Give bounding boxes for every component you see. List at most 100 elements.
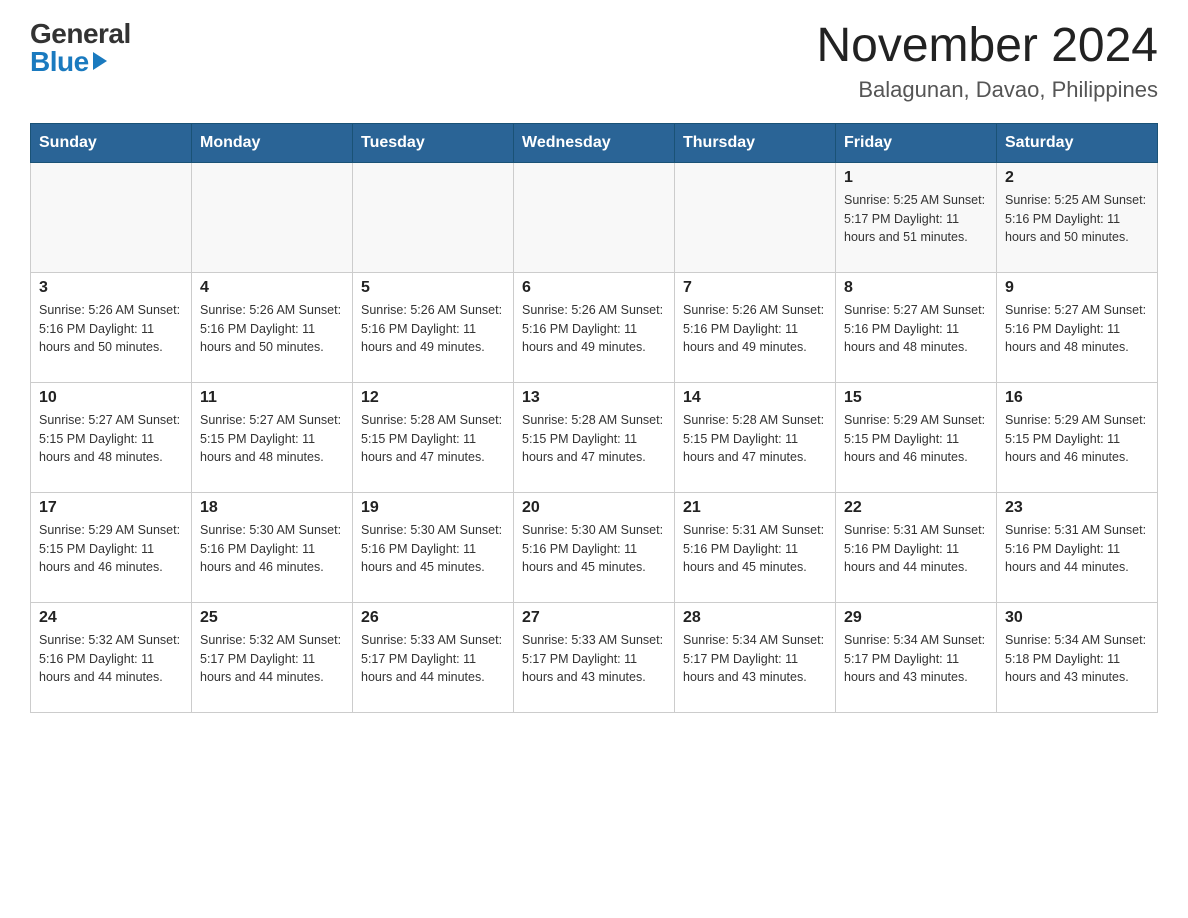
day-info: Sunrise: 5:27 AM Sunset: 5:15 PM Dayligh…	[200, 411, 344, 467]
calendar-cell	[31, 162, 192, 272]
day-info: Sunrise: 5:34 AM Sunset: 5:17 PM Dayligh…	[844, 631, 988, 687]
title-section: November 2024 Balagunan, Davao, Philippi…	[816, 20, 1158, 103]
day-info: Sunrise: 5:26 AM Sunset: 5:16 PM Dayligh…	[39, 301, 183, 357]
logo: General Blue	[30, 20, 131, 76]
day-number: 12	[361, 389, 505, 407]
day-number: 8	[844, 279, 988, 297]
calendar-week-row: 17Sunrise: 5:29 AM Sunset: 5:15 PM Dayli…	[31, 492, 1158, 602]
day-number: 7	[683, 279, 827, 297]
calendar-week-row: 1 Sunrise: 5:25 AM Sunset: 5:17 PM Daylig…	[31, 162, 1158, 272]
page-header: General Blue November 2024 Balagunan, Da…	[30, 20, 1158, 103]
calendar-cell: 26Sunrise: 5:33 AM Sunset: 5:17 PM Dayli…	[353, 602, 514, 712]
calendar-cell: 3Sunrise: 5:26 AM Sunset: 5:16 PM Daylig…	[31, 272, 192, 382]
calendar-cell: 25Sunrise: 5:32 AM Sunset: 5:17 PM Dayli…	[192, 602, 353, 712]
day-info: Sunrise: 5:31 AM Sunset: 5:16 PM Dayligh…	[1005, 521, 1149, 577]
day-number: 30	[1005, 609, 1149, 627]
day-info: Sunrise: 5:31 AM Sunset: 5:16 PM Dayligh…	[844, 521, 988, 577]
day-info: Sunrise: 5:33 AM Sunset: 5:17 PM Dayligh…	[522, 631, 666, 687]
day-number: 17	[39, 499, 183, 517]
calendar-cell: 8 Sunrise: 5:27 AM Sunset: 5:16 PM Daylig…	[836, 272, 997, 382]
day-number: 29	[844, 609, 988, 627]
calendar-cell: 1 Sunrise: 5:25 AM Sunset: 5:17 PM Daylig…	[836, 162, 997, 272]
day-info: Sunrise: 5:28 AM Sunset: 5:15 PM Dayligh…	[361, 411, 505, 467]
day-number: 27	[522, 609, 666, 627]
day-info: Sunrise: 5:30 AM Sunset: 5:16 PM Dayligh…	[522, 521, 666, 577]
calendar-cell: 16 Sunrise: 5:29 AM Sunset: 5:15 PM Dayli…	[997, 382, 1158, 492]
weekday-header: Sunday	[31, 123, 192, 162]
day-number: 15	[844, 389, 988, 407]
calendar-cell: 29 Sunrise: 5:34 AM Sunset: 5:17 PM Dayli…	[836, 602, 997, 712]
logo-general-text: General	[30, 20, 131, 48]
calendar-cell: 21Sunrise: 5:31 AM Sunset: 5:16 PM Dayli…	[675, 492, 836, 602]
day-number: 23	[1005, 499, 1149, 517]
logo-blue-text: Blue	[30, 48, 107, 76]
day-info: Sunrise: 5:26 AM Sunset: 5:16 PM Dayligh…	[683, 301, 827, 357]
calendar-cell: 10Sunrise: 5:27 AM Sunset: 5:15 PM Dayli…	[31, 382, 192, 492]
day-info: Sunrise: 5:33 AM Sunset: 5:17 PM Dayligh…	[361, 631, 505, 687]
calendar-cell	[353, 162, 514, 272]
weekday-header: Tuesday	[353, 123, 514, 162]
calendar-cell: 2 Sunrise: 5:25 AM Sunset: 5:16 PM Daylig…	[997, 162, 1158, 272]
calendar-week-row: 3Sunrise: 5:26 AM Sunset: 5:16 PM Daylig…	[31, 272, 1158, 382]
day-number: 16	[1005, 389, 1149, 407]
day-number: 11	[200, 389, 344, 407]
weekday-header: Monday	[192, 123, 353, 162]
weekday-header: Wednesday	[514, 123, 675, 162]
day-info: Sunrise: 5:26 AM Sunset: 5:16 PM Dayligh…	[522, 301, 666, 357]
day-info: Sunrise: 5:25 AM Sunset: 5:17 PM Dayligh…	[844, 191, 988, 247]
day-info: Sunrise: 5:31 AM Sunset: 5:16 PM Dayligh…	[683, 521, 827, 577]
calendar-cell	[675, 162, 836, 272]
day-number: 14	[683, 389, 827, 407]
day-info: Sunrise: 5:25 AM Sunset: 5:16 PM Dayligh…	[1005, 191, 1149, 247]
logo-triangle-icon	[93, 52, 107, 70]
location-subtitle: Balagunan, Davao, Philippines	[816, 77, 1158, 103]
day-info: Sunrise: 5:26 AM Sunset: 5:16 PM Dayligh…	[361, 301, 505, 357]
day-info: Sunrise: 5:28 AM Sunset: 5:15 PM Dayligh…	[683, 411, 827, 467]
day-number: 28	[683, 609, 827, 627]
day-info: Sunrise: 5:34 AM Sunset: 5:18 PM Dayligh…	[1005, 631, 1149, 687]
calendar-cell: 4 Sunrise: 5:26 AM Sunset: 5:16 PM Daylig…	[192, 272, 353, 382]
day-info: Sunrise: 5:27 AM Sunset: 5:16 PM Dayligh…	[1005, 301, 1149, 357]
day-info: Sunrise: 5:30 AM Sunset: 5:16 PM Dayligh…	[200, 521, 344, 577]
calendar-cell: 12 Sunrise: 5:28 AM Sunset: 5:15 PM Dayli…	[353, 382, 514, 492]
weekday-header: Friday	[836, 123, 997, 162]
day-number: 6	[522, 279, 666, 297]
calendar-cell: 5 Sunrise: 5:26 AM Sunset: 5:16 PM Daylig…	[353, 272, 514, 382]
calendar-cell	[192, 162, 353, 272]
day-info: Sunrise: 5:30 AM Sunset: 5:16 PM Dayligh…	[361, 521, 505, 577]
day-number: 13	[522, 389, 666, 407]
calendar-cell: 23 Sunrise: 5:31 AM Sunset: 5:16 PM Dayli…	[997, 492, 1158, 602]
calendar-cell: 6 Sunrise: 5:26 AM Sunset: 5:16 PM Daylig…	[514, 272, 675, 382]
calendar-cell: 15Sunrise: 5:29 AM Sunset: 5:15 PM Dayli…	[836, 382, 997, 492]
calendar-cell: 11 Sunrise: 5:27 AM Sunset: 5:15 PM Dayli…	[192, 382, 353, 492]
day-number: 1	[844, 169, 988, 187]
day-number: 20	[522, 499, 666, 517]
day-number: 24	[39, 609, 183, 627]
calendar-week-row: 10Sunrise: 5:27 AM Sunset: 5:15 PM Dayli…	[31, 382, 1158, 492]
calendar-cell: 27 Sunrise: 5:33 AM Sunset: 5:17 PM Dayli…	[514, 602, 675, 712]
day-info: Sunrise: 5:27 AM Sunset: 5:15 PM Dayligh…	[39, 411, 183, 467]
calendar-cell: 13 Sunrise: 5:28 AM Sunset: 5:15 PM Dayli…	[514, 382, 675, 492]
day-info: Sunrise: 5:29 AM Sunset: 5:15 PM Dayligh…	[1005, 411, 1149, 467]
calendar-cell: 7 Sunrise: 5:26 AM Sunset: 5:16 PM Daylig…	[675, 272, 836, 382]
day-number: 2	[1005, 169, 1149, 187]
day-number: 22	[844, 499, 988, 517]
day-number: 25	[200, 609, 344, 627]
calendar-cell: 30 Sunrise: 5:34 AM Sunset: 5:18 PM Dayli…	[997, 602, 1158, 712]
day-info: Sunrise: 5:32 AM Sunset: 5:16 PM Dayligh…	[39, 631, 183, 687]
weekday-header: Saturday	[997, 123, 1158, 162]
day-info: Sunrise: 5:26 AM Sunset: 5:16 PM Dayligh…	[200, 301, 344, 357]
calendar-cell: 24 Sunrise: 5:32 AM Sunset: 5:16 PM Dayli…	[31, 602, 192, 712]
weekday-header: Thursday	[675, 123, 836, 162]
calendar-week-row: 24 Sunrise: 5:32 AM Sunset: 5:16 PM Dayli…	[31, 602, 1158, 712]
month-title: November 2024	[816, 20, 1158, 73]
calendar-cell: 9Sunrise: 5:27 AM Sunset: 5:16 PM Daylig…	[997, 272, 1158, 382]
calendar-cell: 19Sunrise: 5:30 AM Sunset: 5:16 PM Dayli…	[353, 492, 514, 602]
day-info: Sunrise: 5:28 AM Sunset: 5:15 PM Dayligh…	[522, 411, 666, 467]
calendar-cell: 22 Sunrise: 5:31 AM Sunset: 5:16 PM Dayli…	[836, 492, 997, 602]
day-number: 4	[200, 279, 344, 297]
calendar-cell: 28Sunrise: 5:34 AM Sunset: 5:17 PM Dayli…	[675, 602, 836, 712]
calendar-cell: 18Sunrise: 5:30 AM Sunset: 5:16 PM Dayli…	[192, 492, 353, 602]
day-info: Sunrise: 5:27 AM Sunset: 5:16 PM Dayligh…	[844, 301, 988, 357]
day-number: 5	[361, 279, 505, 297]
